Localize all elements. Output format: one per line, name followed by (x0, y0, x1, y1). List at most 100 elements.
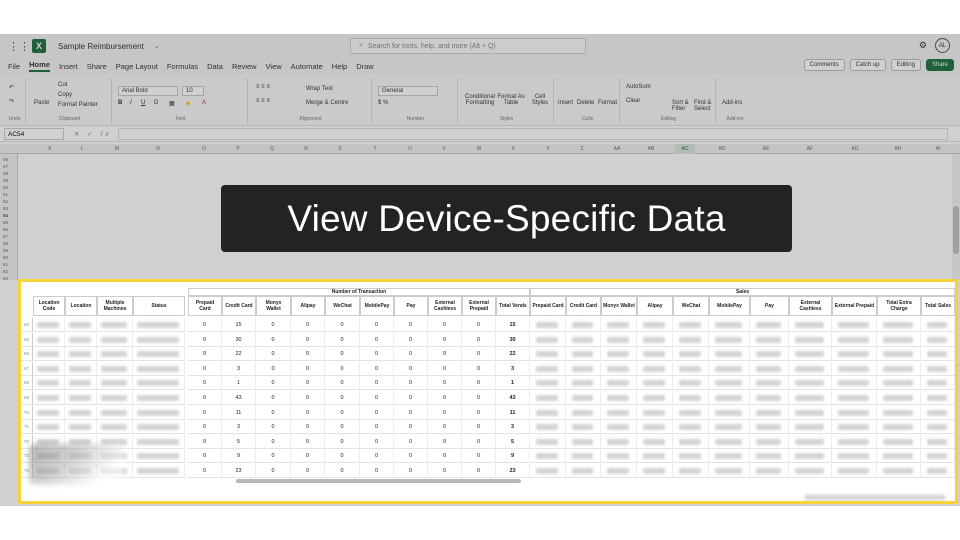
transaction-cell: 0 (428, 391, 462, 405)
redacted-value (572, 409, 593, 416)
redacted-sales-cell (750, 361, 789, 376)
transaction-cell: 0 (291, 405, 325, 420)
redacted-sales-cell (601, 391, 637, 405)
redacted-value (607, 351, 629, 358)
sales-header-cell: Monyx Wallet (601, 296, 637, 316)
redacted-value (572, 424, 593, 431)
redacted-sales-cell (750, 464, 789, 478)
redacted-cell (97, 405, 133, 420)
transaction-cell: 15 (496, 318, 530, 332)
redacted-cell (33, 420, 65, 435)
redacted-value (536, 336, 558, 343)
redacted-value (715, 380, 742, 387)
redacted-value (883, 395, 913, 401)
redacted-value (883, 380, 913, 387)
redacted-value (927, 351, 947, 358)
redacted-sales-cell (750, 405, 789, 420)
redacted-value (838, 395, 869, 401)
redacted-value (715, 322, 742, 328)
redacted-cell (65, 391, 97, 405)
redacted-value (795, 468, 824, 474)
redacted-value (137, 351, 179, 358)
redacted-sales-cell (637, 318, 673, 332)
redacted-value (838, 438, 869, 445)
horizontal-scroll-thumb[interactable] (236, 479, 521, 483)
transaction-cell: 0 (325, 361, 360, 376)
redacted-value (69, 409, 91, 416)
redacted-cell (97, 332, 133, 347)
transaction-cell: 0 (462, 376, 496, 391)
transaction-cell: 0 (256, 449, 291, 464)
redacted-sales-cell (750, 347, 789, 362)
redacted-sales-cell (832, 449, 877, 464)
redacted-sales-cell (921, 332, 955, 347)
redacted-sales-cell (877, 434, 921, 449)
redacted-value (756, 322, 781, 328)
transaction-cell: 30 (222, 332, 256, 347)
transaction-cell: 11 (496, 405, 530, 420)
transaction-cell: 0 (394, 420, 428, 435)
redacted-sales-cell (637, 434, 673, 449)
transaction-cell: 0 (256, 318, 291, 332)
transaction-cell: 0 (462, 332, 496, 347)
transaction-cell: 0 (291, 391, 325, 405)
row-number: 64 (21, 318, 33, 332)
redacted-sales-cell (601, 420, 637, 435)
redacted-sales-cell (750, 376, 789, 391)
transaction-cell: 1 (222, 376, 256, 391)
transaction-cell: 0 (394, 434, 428, 449)
transaction-cell: 11 (222, 405, 256, 420)
redacted-sales-cell (601, 318, 637, 332)
redacted-value (37, 380, 59, 387)
transaction-cell: 0 (360, 434, 394, 449)
redacted-value (101, 409, 127, 416)
redacted-value (137, 365, 179, 372)
redacted-sales-cell (921, 318, 955, 332)
sales-header-cell: MobilePay (709, 296, 750, 316)
redacted-sales-cell (637, 405, 673, 420)
redacted-sales-cell (566, 332, 601, 347)
transaction-cell: 0 (256, 464, 291, 478)
redacted-value (69, 424, 91, 431)
transaction-cell: 0 (360, 449, 394, 464)
redacted-value (679, 453, 701, 460)
redacted-value (607, 322, 629, 328)
status-bar (805, 495, 945, 500)
redacted-sales-cell (673, 361, 709, 376)
redacted-value (679, 351, 701, 358)
redacted-sales-cell (530, 434, 566, 449)
redacted-sales-cell (637, 332, 673, 347)
sales-group-header: Sales (530, 288, 955, 296)
redacted-sales-cell (921, 464, 955, 478)
redacted-sales-cell (673, 347, 709, 362)
redacted-value (137, 409, 179, 416)
redacted-value (927, 365, 947, 372)
transaction-cell: 5 (222, 434, 256, 449)
transaction-header-cell: Total Vends (496, 296, 530, 316)
redacted-value (643, 380, 665, 387)
redacted-value (572, 336, 593, 343)
redacted-sales-cell (637, 347, 673, 362)
redacted-cell (65, 361, 97, 376)
redacted-value (838, 336, 869, 343)
row-number: 66 (21, 347, 33, 362)
redacted-value (756, 438, 781, 445)
redacted-value (838, 453, 869, 460)
redacted-cell (133, 347, 185, 362)
screen: ⋮⋮ X Sample Reimbursement ⌄ ⌕ Search for… (0, 0, 960, 540)
sheet-tab-area[interactable] (29, 444, 124, 484)
redacted-sales-cell (709, 332, 750, 347)
redacted-value (838, 409, 869, 416)
redacted-value (883, 468, 913, 474)
redacted-sales-cell (601, 332, 637, 347)
redacted-sales-cell (789, 420, 832, 435)
redacted-value (756, 365, 781, 372)
redacted-value (536, 409, 558, 416)
transaction-cell: 0 (360, 464, 394, 478)
transaction-cell: 0 (360, 347, 394, 362)
sales-header-cell: Total Sales (921, 296, 955, 316)
redacted-value (607, 395, 629, 401)
redacted-value (572, 351, 593, 358)
transaction-cell: 0 (428, 318, 462, 332)
redacted-sales-cell (832, 347, 877, 362)
